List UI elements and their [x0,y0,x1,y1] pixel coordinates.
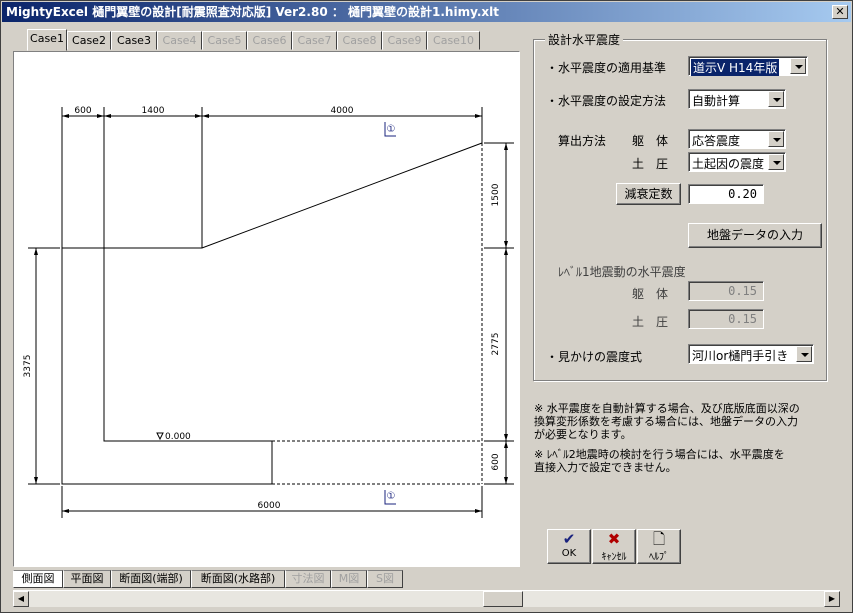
soil-select[interactable]: 土起因の震度 [688,152,786,172]
calc-method-label: 算出方法 [558,134,607,148]
tab-case4: Case4 [157,31,202,50]
note-level2: ※ ﾚﾍﾞﾙ2地震時の検討を行う場合には、水平震度を 直接入力で設定できません。 [534,448,785,474]
tab-case2[interactable]: Case2 [67,31,111,50]
scroll-left-icon[interactable]: ◀ [13,591,29,607]
check-icon: ✔ [562,530,576,548]
level-marker-icon [156,432,164,441]
method-select[interactable]: 自動計算 [688,89,786,109]
chevron-down-icon[interactable] [768,154,784,170]
scroll-right-icon[interactable]: ▶ [824,591,840,607]
level-label: 0.000 [165,432,191,442]
help-label: ﾍﾙﾌﾟ [649,552,669,563]
l1-body-label: 躯 体 [632,287,669,301]
standard-select[interactable]: 道示Ⅴ H14年版 [688,56,808,76]
tab-case1[interactable]: Case1 [27,29,67,51]
dim-label-1400: 1400 [142,106,165,116]
dim-label-1500: 1500 [491,183,501,206]
wing-wall-outline [61,142,483,485]
tab-dimension-view: 寸法図 [285,570,331,588]
l1-soil-label: 土 圧 [632,315,669,329]
dim-label-600: 600 [74,106,91,116]
tab-case5: Case5 [202,31,247,50]
tab-m-diagram: M図 [331,570,367,588]
horizontal-scrollbar[interactable]: ◀ ▶ [13,590,840,607]
section-mark-bottom-label: ① [387,491,396,502]
tab-plan-view[interactable]: 平面図 [63,570,111,588]
dim-label-6000: 6000 [258,501,281,511]
apparent-select[interactable]: 河川or樋門手引き [688,344,814,364]
dim-label-2775: 2775 [491,333,501,356]
chevron-down-icon[interactable] [768,91,784,107]
note-ground-data: ※ 水平震度を自動計算する場合、及び底版底面以深の 換算変形係数を考慮する場合に… [534,402,800,441]
note2-line1: ※ ﾚﾍﾞﾙ2地震時の検討を行う場合には、水平震度を [534,448,785,461]
dashed-lines [272,143,483,485]
dim-label-600-right: 600 [491,453,501,470]
level1-label: ﾚﾍﾞﾙ1地震動の水平震度 [558,265,686,279]
help-button[interactable]: 🗋 ﾍﾙﾌﾟ [637,529,681,564]
soil-value: 土起因の震度 [692,157,765,171]
method-label: ・水平震度の設定方法 [546,94,667,108]
cancel-button[interactable]: ✖ ｷｬﾝｾﾙ [592,529,636,564]
apparent-label: ・見かけの震度式 [546,350,643,364]
note2-line2: 直接入力で設定できません。 [534,461,677,474]
apparent-value: 河川or樋門手引き [692,349,789,363]
tab-section-end[interactable]: 断面図(端部) [111,570,191,588]
ground-data-button[interactable]: 地盤データの入力 [688,223,822,248]
tab-case10: Case10 [427,31,480,50]
l1-body-input: 0.15 [688,281,764,301]
title-bar: MightyExcel 樋門翼壁の設計[耐震照査対応版] Ver2.80 ： 樋… [2,2,851,22]
cancel-label: ｷｬﾝｾﾙ [601,552,627,563]
chevron-down-icon[interactable] [768,131,784,147]
ok-label: OK [561,548,577,559]
note1-line3: が必要となります。 [534,428,632,441]
soil-label: 土 圧 [632,157,669,171]
body-value: 応答震度 [692,134,741,148]
damping-input[interactable]: 0.20 [688,184,764,204]
tab-section-channel[interactable]: 断面図(水路部) [191,570,285,588]
body-select[interactable]: 応答震度 [688,129,786,149]
note1-line2: 換算変形係数を考慮する場合には、地盤データの入力 [534,415,798,428]
window-title: MightyExcel 樋門翼壁の設計[耐震照査対応版] Ver2.80 ： 樋… [6,5,499,19]
tab-case8: Case8 [337,31,382,50]
side-view-drawing: 600 1400 4000 1500 2775 600 3375 6000 0.… [23,106,514,518]
document-icon: 🗋 [652,530,666,548]
cross-icon: ✖ [607,530,621,548]
standard-label: ・水平震度の適用基準 [546,61,667,75]
damping-button[interactable]: 減衰定数 [616,183,681,205]
chevron-down-icon[interactable] [796,346,812,362]
standard-value: 道示Ⅴ H14年版 [691,59,780,76]
group-title: 設計水平震度 [545,31,624,48]
tab-side-view[interactable]: 側面図 [13,570,63,588]
tab-case9: Case9 [382,31,427,50]
close-button[interactable]: ✕ [832,5,848,19]
app-window: MightyExcel 樋門翼壁の設計[耐震照査対応版] Ver2.80 ： 樋… [0,0,853,613]
dimension-arrows [34,114,508,513]
body-label: 躯 体 [632,134,669,148]
tab-s-diagram: S図 [367,570,403,588]
dim-label-4000: 4000 [331,106,354,116]
chevron-down-icon[interactable] [790,58,806,74]
tab-case6: Case6 [247,31,292,50]
method-value: 自動計算 [692,94,741,108]
ok-button[interactable]: ✔ OK [547,529,591,564]
l1-soil-input: 0.15 [688,309,764,329]
section-mark-top-label: ① [387,124,396,135]
tab-case7: Case7 [292,31,337,50]
note1-line1: ※ 水平震度を自動計算する場合、及び底版底面以深の [534,402,800,415]
drawing-canvas[interactable]: 600 1400 4000 1500 2775 600 3375 6000 0.… [13,51,520,567]
dim-label-3375: 3375 [23,355,33,378]
scroll-thumb[interactable] [483,591,523,607]
tab-case3[interactable]: Case3 [111,31,157,50]
